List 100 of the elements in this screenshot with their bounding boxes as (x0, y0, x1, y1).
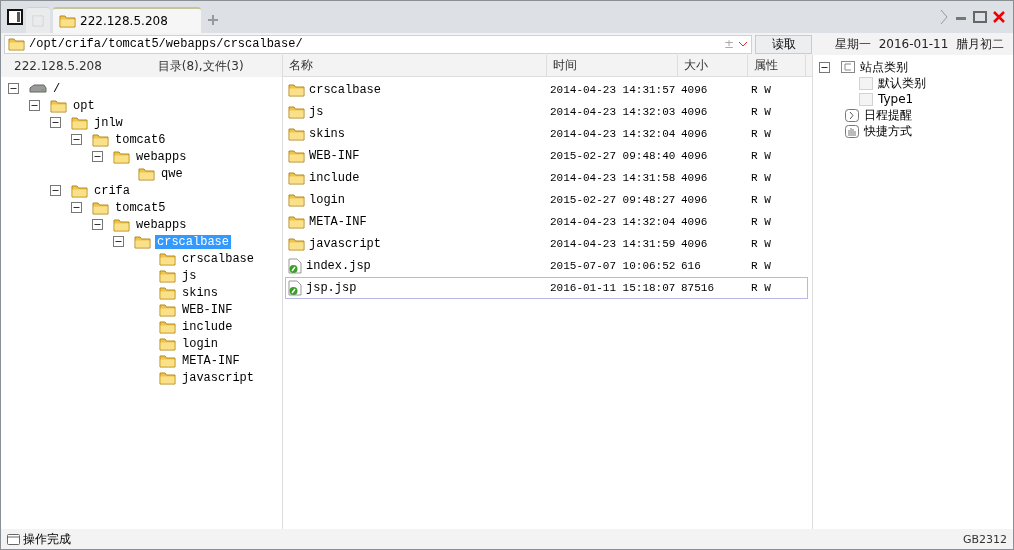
file-name: js (309, 105, 324, 119)
column-header[interactable]: 时间 (547, 55, 678, 76)
column-header[interactable]: 属性 (748, 55, 806, 76)
file-row[interactable]: index.jsp 2015-07-07 10:06:52 616 R W (285, 255, 808, 277)
file-row[interactable]: crscalbase 2014-04-23 14:31:57 4096 R W (285, 79, 808, 101)
tree-item[interactable]: skins (180, 285, 220, 300)
encoding-text: GB2312 (962, 532, 1007, 546)
folder-icon (59, 14, 76, 28)
collapse-toggle[interactable] (92, 151, 103, 162)
category-icon (841, 61, 855, 73)
tab[interactable]: 222.128.5.208 (53, 7, 201, 33)
folder-icon (288, 171, 305, 185)
time-cell-text: 2014-04-23 14:31:58 (550, 172, 677, 184)
size-cell-text: 4096 (681, 172, 709, 184)
attribute-cell-text: R W (751, 106, 772, 118)
column-header[interactable]: 大小 (678, 55, 748, 76)
folder-icon (92, 132, 109, 147)
tree-item[interactable]: webapps (134, 149, 189, 164)
size-cell-text: 4096 (681, 128, 709, 140)
date-text: 星期一 2016-01-11 腊月初二 (835, 35, 1004, 53)
collapse-toggle[interactable] (8, 83, 19, 94)
collapse-toggle[interactable] (50, 117, 61, 128)
attribute-cell-text: R W (751, 282, 772, 294)
tree-item[interactable]: tomcat5 (113, 200, 168, 215)
collapse-toggle[interactable] (113, 236, 124, 247)
dotted-square-icon (859, 76, 873, 90)
folder-icon (71, 183, 88, 198)
tree-item[interactable]: javascript (180, 370, 256, 385)
panel-icon[interactable] (7, 9, 23, 25)
file-name: include (309, 171, 360, 185)
dropdown-icon[interactable] (738, 41, 748, 47)
maximize-icon[interactable] (973, 11, 987, 23)
sidebar-item[interactable]: 快捷方式 (864, 122, 912, 140)
tree-item[interactable]: opt (71, 98, 97, 113)
time-cell-text: 2015-02-27 09:48:40 (550, 150, 677, 162)
size-cell-text: 4096 (681, 238, 709, 250)
file-name: WEB-INF (309, 149, 360, 163)
tree-item[interactable]: crscalbase (180, 251, 256, 266)
size-cell-text: 4096 (681, 216, 709, 228)
tree-item[interactable]: login (180, 336, 220, 351)
tree-item[interactable]: crifa (92, 183, 132, 198)
drive-icon (29, 83, 47, 94)
folder-icon (138, 166, 155, 181)
size-cell-text: 4096 (681, 106, 709, 118)
file-row[interactable]: jsp.jsp 2016-01-11 15:18:07 87516 R W (285, 277, 808, 299)
file-row[interactable]: include 2014-04-23 14:31:58 4096 R W (285, 167, 808, 189)
size-cell-text: 616 (681, 260, 702, 272)
size-cell-text: 87516 (681, 282, 715, 294)
file-name: login (309, 193, 345, 207)
collapse-toggle[interactable] (29, 100, 40, 111)
column-header[interactable]: 名称 (283, 55, 547, 76)
path-field[interactable]: /opt/crifa/tomcat5/webapps/crscalbase/ ± (4, 34, 752, 54)
file-row[interactable]: js 2014-04-23 14:32:03 4096 R W (285, 101, 808, 123)
file-row[interactable]: login 2015-02-27 09:48:27 4096 R W (285, 189, 808, 211)
time-cell-text: 2014-04-23 14:32:03 (550, 106, 677, 118)
file-row[interactable]: WEB-INF 2015-02-27 09:48:40 4096 R W (285, 145, 808, 167)
sidebar-item[interactable]: 日程提醒 (864, 106, 912, 124)
time-cell-text: 2014-04-23 14:32:04 (550, 216, 677, 228)
sidebar-item[interactable]: Type1 (878, 92, 914, 106)
file-name: javascript (309, 237, 381, 251)
collapse-toggle[interactable] (50, 185, 61, 196)
file-row[interactable]: javascript 2014-04-23 14:31:59 4096 R W (285, 233, 808, 255)
size-cell-text: 4096 (681, 84, 709, 96)
collapse-toggle[interactable] (819, 61, 830, 73)
close-icon[interactable] (993, 11, 1005, 23)
tree-item[interactable]: qwe (159, 166, 185, 181)
folder-icon (159, 251, 176, 266)
tree-item[interactable]: META-INF (180, 353, 242, 368)
folder-icon (288, 237, 305, 251)
size-cell-text: 4096 (681, 194, 709, 206)
file-row[interactable]: skins 2014-04-23 14:32:04 4096 R W (285, 123, 808, 145)
attribute-cell-text: R W (751, 238, 772, 250)
folder-icon (159, 285, 176, 300)
sidebar-item[interactable]: 默认类别 (878, 74, 926, 92)
folder-icon (288, 105, 305, 119)
collapse-toggle[interactable] (71, 134, 82, 145)
collapse-toggle[interactable] (71, 202, 82, 213)
folder-icon (159, 353, 176, 368)
tree-item[interactable]: jnlw (92, 115, 125, 130)
folder-icon (288, 149, 305, 163)
tree-item[interactable]: webapps (134, 217, 189, 232)
folder-icon (50, 98, 67, 113)
attribute-cell-text: R W (751, 84, 772, 96)
host-text: 222.128.5.208 (14, 59, 102, 73)
dotted-square-icon (859, 92, 873, 106)
time-cell-text: 2014-04-23 14:32:04 (550, 128, 677, 140)
tree-item[interactable]: / (51, 81, 63, 96)
tree-item[interactable]: WEB-INF (180, 302, 235, 317)
sidebar-item[interactable]: 站点类别 (860, 58, 908, 76)
file-row[interactable]: META-INF 2014-04-23 14:32:04 4096 R W (285, 211, 808, 233)
collapse-toggle[interactable] (92, 219, 103, 230)
folder-icon (134, 234, 151, 249)
read-button[interactable]: 读取 (755, 34, 812, 54)
tree-item[interactable]: tomcat6 (113, 132, 168, 147)
tree-item[interactable]: include (180, 319, 235, 334)
tree-item[interactable]: js (180, 268, 199, 283)
folder-icon (71, 115, 88, 130)
file-name: META-INF (309, 215, 367, 229)
folder-icon (159, 370, 176, 385)
file-name: index.jsp (306, 259, 371, 273)
